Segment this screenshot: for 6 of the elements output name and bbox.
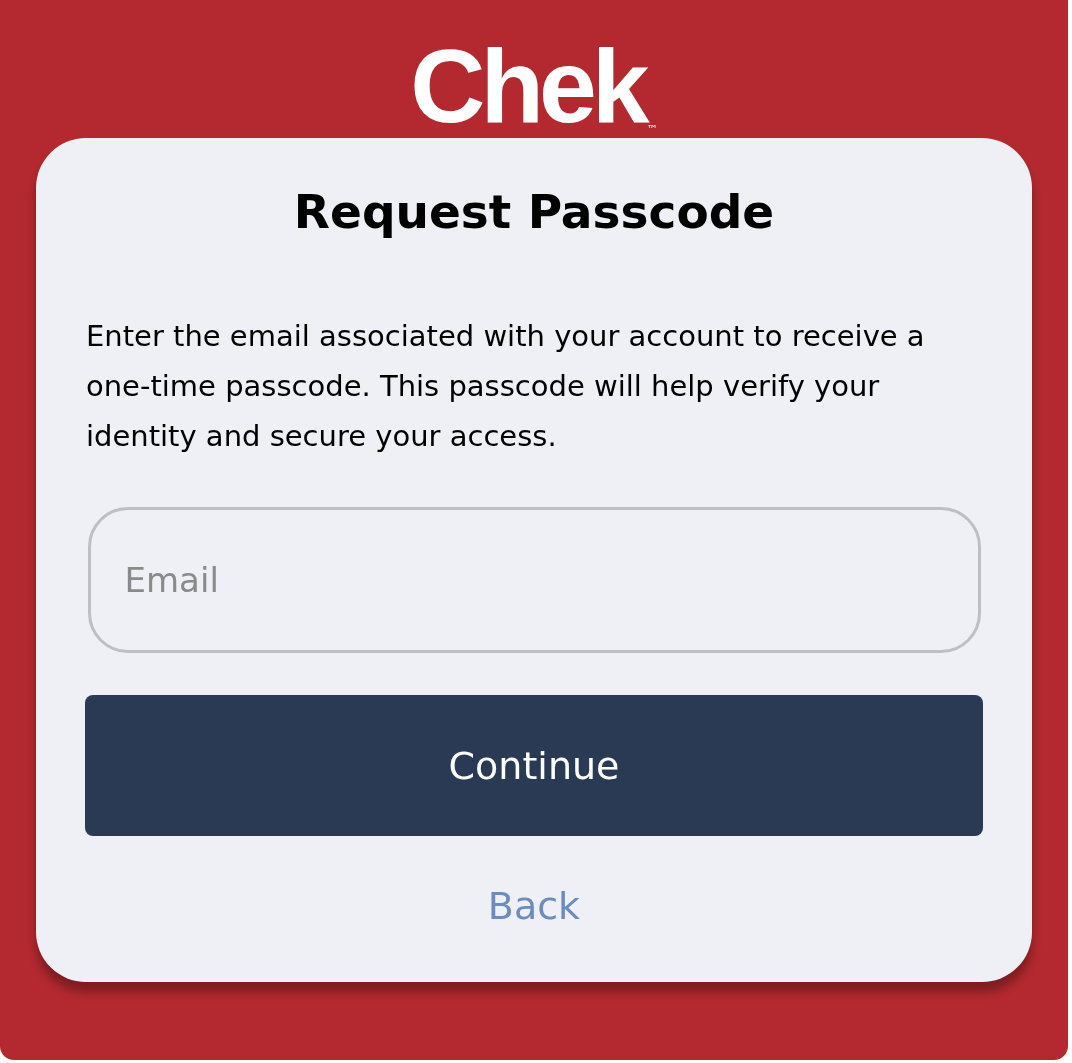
- continue-button[interactable]: Continue: [85, 695, 983, 836]
- logo-wordmark: Chek: [410, 34, 645, 138]
- description-text: Enter the email associated with your account to receive a one-time passcode. This passcode will help verify your identity and secure your access.: [86, 318, 926, 455]
- email-field[interactable]: Email: [87, 507, 981, 653]
- trademark-mark: ™: [646, 123, 658, 136]
- card-title: Request Passcode: [293, 184, 775, 239]
